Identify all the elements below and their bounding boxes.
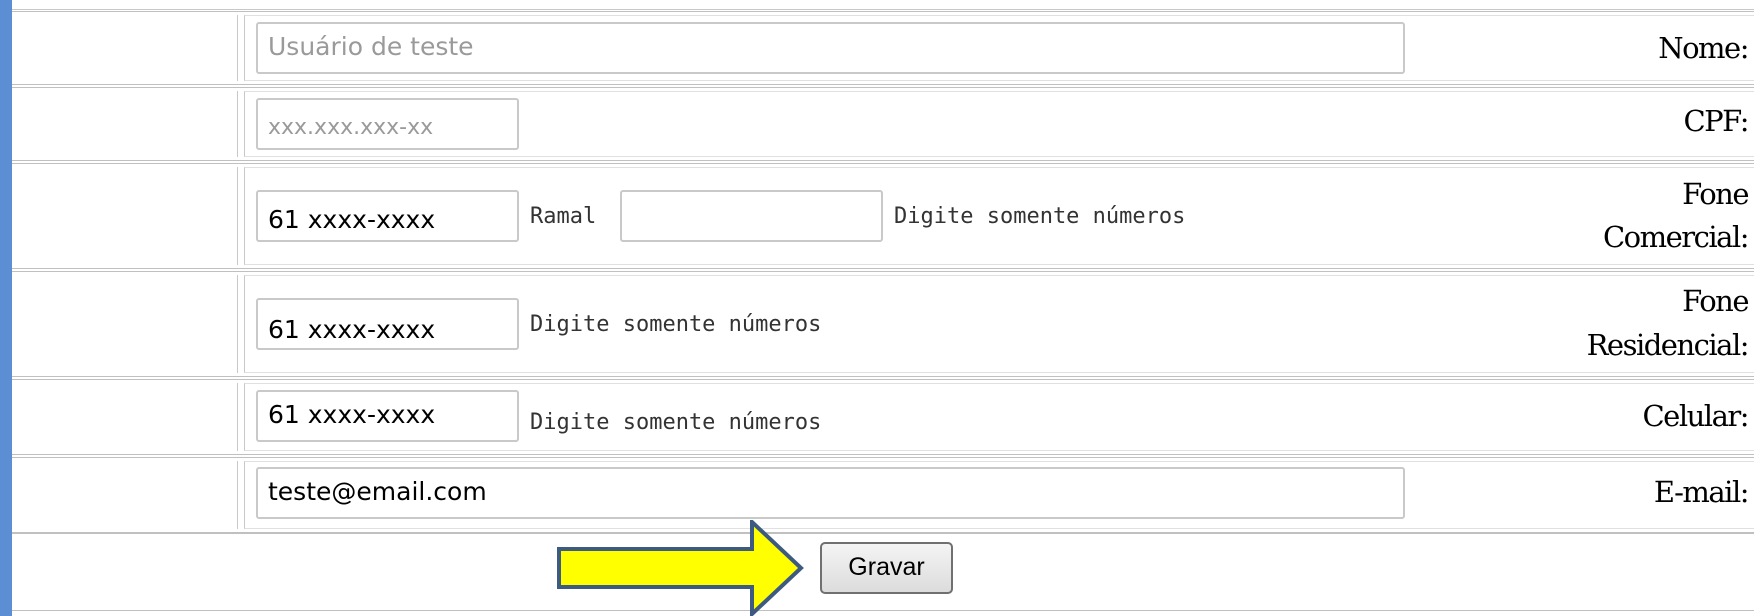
fone-residencial-label-line1: Fone [1682,284,1749,318]
ramal-input[interactable] [620,190,883,242]
arrow-right-icon [557,520,804,616]
fone-residencial-label-line2: Residencial: [1586,328,1750,362]
row-nome: Nome: Usuário de teste [12,11,1754,85]
label-cell [12,383,238,451]
row-fone-comercial: Fone Comercial: 61 xxxx-xxxx Ramal Digit… [12,163,1754,269]
left-accent-bar [0,0,12,616]
row-email: E-mail: teste@email.com [12,457,1754,533]
row-celular: Celular: 61 xxxx-xxxx Digite somente núm… [12,379,1754,455]
fone-residencial-input[interactable]: 61 xxxx-xxxx [256,298,519,350]
fone-comercial-label-line2: Comercial: [1602,220,1750,254]
cpf-label: CPF: [1683,104,1749,138]
fone-residencial-hint: Digite somente números [530,312,822,337]
cpf-input[interactable]: xxx.xxx.xxx-xx [256,98,519,150]
celular-label: Celular: [1642,399,1749,433]
celular-input[interactable]: 61 xxxx-xxxx [256,390,519,442]
fone-comercial-input[interactable]: 61 xxxx-xxxx [256,190,519,242]
ramal-label: Ramal [530,204,597,229]
nome-label: Nome: [1658,31,1749,65]
top-row-edge [12,0,1754,10]
label-cell [12,275,238,373]
save-button[interactable]: Gravar [820,542,953,594]
email-input[interactable]: teste@email.com [256,467,1405,519]
fone-comercial-label-line1: Fone [1682,177,1749,211]
label-cell [12,15,238,81]
email-label: E-mail: [1653,475,1750,509]
label-cell [12,91,238,157]
celular-hint: Digite somente números [530,410,822,435]
nome-input[interactable]: Usuário de teste [256,22,1405,74]
row-cpf: CPF: xxx.xxx.xxx-xx [12,87,1754,161]
label-cell [12,167,238,265]
row-fone-residencial: Fone Residencial: 61 xxxx-xxxx Digite so… [12,271,1754,377]
label-cell [12,461,238,529]
fone-comercial-hint: Digite somente números [894,204,1186,229]
